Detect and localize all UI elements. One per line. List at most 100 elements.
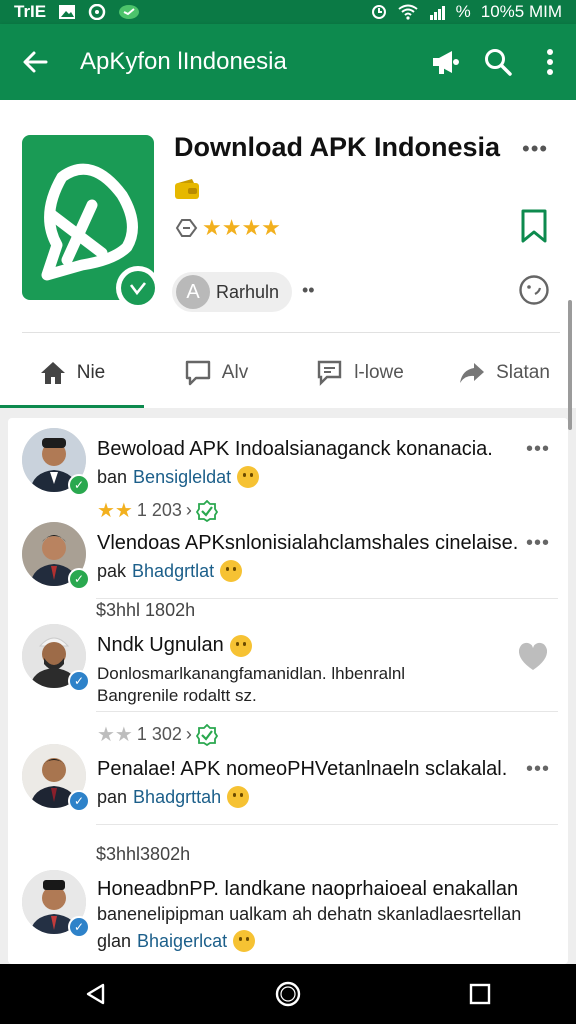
heart-check-icon (129, 282, 147, 296)
post-meta: glan Bhaigerlcat (97, 930, 256, 952)
emoji-icon (237, 466, 260, 488)
star-icon: ★★ (97, 500, 133, 522)
announce-button[interactable] (420, 24, 472, 100)
author-more-button[interactable]: •• (302, 280, 315, 301)
post-title: HoneadbnPP. landkane naoprhaioeal enakal… (97, 878, 519, 900)
image-notification-icon (59, 5, 76, 19)
status-bar: TrIE % 10%5 MIM (0, 0, 576, 24)
tab-chat[interactable]: l-lowe (288, 338, 432, 408)
app-header-card: Download APK Indonesia ••• ★★★★ A Rarhul… (0, 100, 576, 408)
author-avatar: A (176, 275, 210, 309)
post-time: $3hhl 1802h (96, 600, 196, 620)
post-title: Bewoload APK Indoalsianaganck konanacia. (97, 438, 493, 460)
divider (96, 711, 558, 712)
post-meta: ban Bensigleldat (97, 466, 260, 488)
verified-badge (116, 266, 160, 310)
tab-chat-label: l-lowe (354, 362, 404, 383)
post-rating: ★★ 1 203 › (97, 498, 218, 523)
post-handle[interactable]: Bhaigerlcat (137, 931, 227, 952)
share-icon (460, 363, 485, 383)
app-toolbar: ApKyfon lIndonesia (0, 24, 576, 100)
verified-check-icon: ✓ (68, 790, 90, 812)
post-body: Bangrenile rodaltt sz. (97, 686, 257, 705)
emoji-icon (227, 786, 250, 808)
battery-time-label: 10%5 MIM (480, 2, 562, 21)
post-title-row: Nndk Ugnulan (97, 634, 252, 657)
back-button[interactable] (0, 24, 70, 100)
tab-comments[interactable]: Alv (144, 338, 288, 408)
post-handle[interactable]: Bhadgrttah (133, 787, 221, 808)
post-prefix: pak (97, 560, 127, 581)
like-icon[interactable] (516, 640, 550, 672)
reaction-icon[interactable] (518, 274, 550, 306)
megaphone-icon (433, 51, 459, 74)
verified-badge-icon (195, 723, 218, 746)
post-title: Nndk Ugnulan (97, 634, 224, 656)
verified-check-icon: ✓ (68, 670, 90, 692)
post-prefix: ban (97, 466, 128, 487)
app-tabs: Nie Alv l-lowe Slatan (0, 338, 576, 408)
author-chip[interactable]: A Rarhuln (172, 272, 292, 312)
emoji-icon (220, 560, 243, 582)
chevron-right-icon: › (185, 500, 192, 520)
search-button[interactable] (472, 24, 524, 100)
chat-icon (317, 360, 342, 386)
verified-check-icon: ✓ (68, 474, 90, 496)
search-icon (485, 49, 512, 76)
home-icon (40, 362, 65, 384)
nav-recents-button[interactable] (440, 964, 520, 1024)
alarm-icon (371, 5, 386, 19)
divider (96, 598, 558, 599)
post-meta: pan Bhadgrttah (97, 786, 250, 808)
post-more-button[interactable]: ••• (526, 532, 550, 555)
tab-share-label: Slatan (496, 362, 550, 383)
emoji-icon (229, 634, 252, 657)
app-icon[interactable] (22, 135, 160, 310)
battery-percent-glyph: % (455, 2, 471, 21)
post-handle[interactable]: Bensigleldat (133, 467, 231, 488)
verified-check-icon: ✓ (68, 916, 90, 938)
verified-badge-icon (195, 499, 218, 522)
system-nav-bar (0, 964, 576, 1024)
arrow-left-icon (23, 51, 48, 73)
card-divider (22, 332, 560, 333)
post-handle[interactable]: Bhadgrtlat (132, 561, 214, 582)
avatar[interactable]: ✓ (22, 870, 90, 938)
post-more-button[interactable]: ••• (526, 438, 550, 461)
post-title: Vlendoas APKsnlonisialahclamshales cinel… (97, 532, 519, 554)
scrollbar[interactable] (568, 300, 572, 430)
signal-icon (429, 6, 445, 20)
chat-notification-icon (119, 5, 140, 19)
post-body: Donlosmarlkanangfamanidlan. lhbenralnl (97, 664, 406, 683)
avatar[interactable]: ✓ (22, 428, 90, 496)
tab-comments-label: Alv (221, 362, 249, 383)
author-name: Rarhuln (216, 281, 280, 302)
app-more-button[interactable]: ••• (522, 136, 548, 162)
nav-back-button[interactable] (56, 964, 136, 1024)
tab-share[interactable]: Slatan (432, 338, 576, 408)
sync-notification-icon (88, 4, 106, 20)
wallet-icon (175, 179, 199, 199)
review-feed: ✓ Bewoload APK Indoalsianaganck konanaci… (8, 418, 568, 964)
post-prefix: pan (97, 786, 128, 807)
avatar[interactable]: ✓ (22, 522, 90, 590)
post-prefix: glan (97, 930, 132, 951)
divider (96, 824, 558, 825)
bookmark-icon[interactable] (518, 208, 550, 244)
comment-icon (185, 360, 210, 386)
post-rating: ★★ 1 302 › (97, 722, 218, 747)
star-icon: ★★ (97, 724, 133, 746)
app-title: Download APK Indonesia (174, 132, 501, 162)
app-rating: ★★★★ (174, 216, 281, 240)
rating-count: 1 203 (136, 500, 182, 520)
tab-home[interactable]: Nie (0, 338, 144, 408)
square-recents-icon (469, 983, 491, 1005)
avatar[interactable]: ✓ (22, 624, 90, 692)
post-more-button[interactable]: ••• (526, 758, 550, 781)
chevron-right-icon: › (185, 724, 192, 744)
rating-count: 1 302 (136, 724, 182, 744)
nav-home-button[interactable] (248, 964, 328, 1024)
avatar[interactable]: ✓ (22, 744, 90, 812)
more-vertical-icon (547, 49, 553, 75)
overflow-menu-button[interactable] (524, 24, 576, 100)
